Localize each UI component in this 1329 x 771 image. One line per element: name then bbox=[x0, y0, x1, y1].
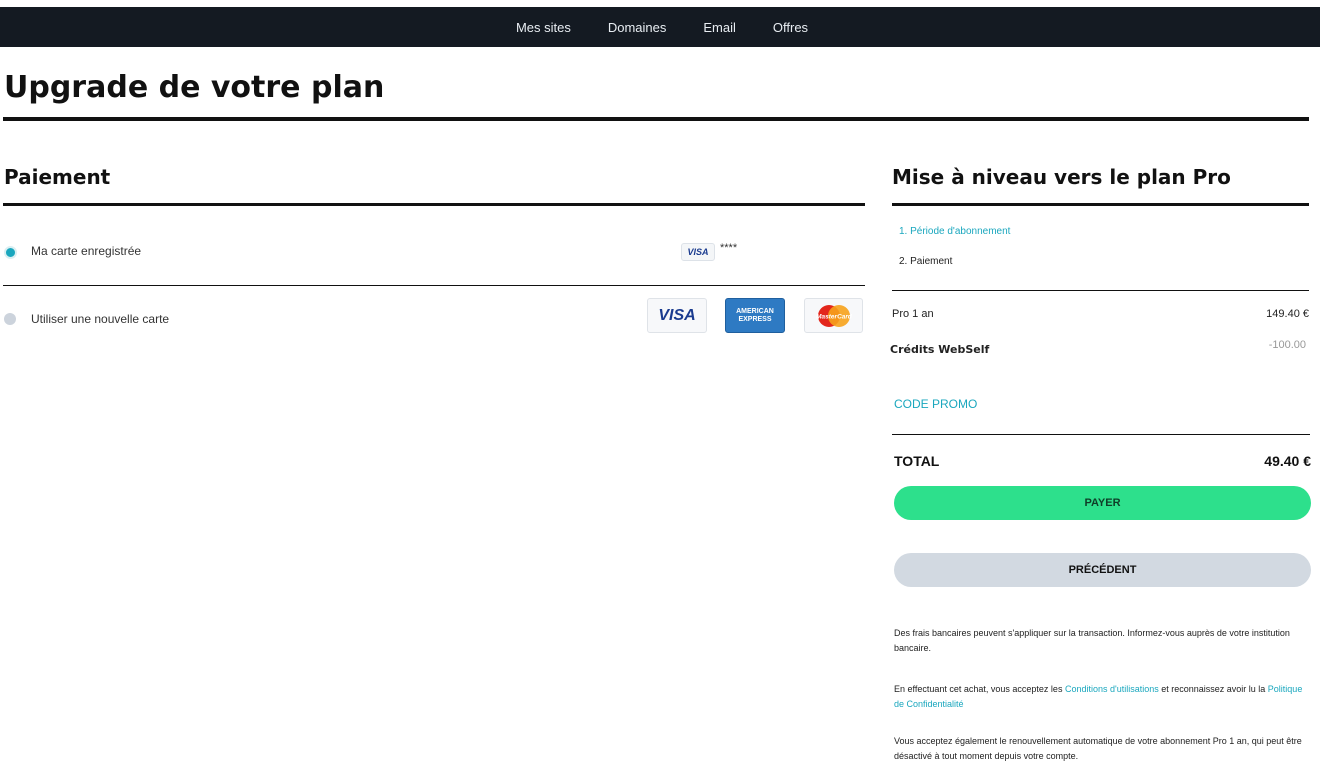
amex-line2: EXPRESS bbox=[738, 315, 772, 323]
nav-item-domaines[interactable]: Domaines bbox=[604, 20, 667, 35]
amex-line1: AMERICAN bbox=[736, 307, 774, 315]
total-label: TOTAL bbox=[894, 453, 940, 469]
payment-divider bbox=[3, 203, 865, 206]
line-item-label: Pro 1 an bbox=[892, 308, 934, 320]
total-value: 49.40 € bbox=[1264, 453, 1311, 469]
payment-title: Paiement bbox=[4, 165, 111, 189]
visa-small-icon: VISA bbox=[681, 243, 715, 261]
bank-fees-note: Des frais bancaires peuvent s'appliquer … bbox=[894, 628, 1290, 653]
line-item-price: 149.40 € bbox=[1266, 308, 1309, 320]
new-card-label: Utiliser une nouvelle carte bbox=[31, 312, 170, 326]
mastercard-icon: MasterCard bbox=[804, 298, 863, 333]
terms-note: En effectuant cet achat, vous acceptez l… bbox=[894, 682, 1304, 712]
summary-divider bbox=[892, 203, 1309, 206]
saved-card-number: **** bbox=[720, 242, 738, 254]
terms-link[interactable]: Conditions d'utilisations bbox=[1065, 684, 1159, 694]
credits-label: Crédits WebSelf bbox=[890, 343, 990, 356]
terms-prefix: En effectuant cet achat, vous acceptez l… bbox=[894, 684, 1065, 694]
step-subscription-period[interactable]: 1. Période d'abonnement bbox=[899, 226, 1010, 237]
nav-item-email[interactable]: Email bbox=[699, 20, 736, 35]
saved-card-radio[interactable] bbox=[4, 246, 17, 259]
pay-button[interactable]: PAYER bbox=[894, 486, 1311, 520]
steps-divider bbox=[892, 290, 1309, 291]
mastercard-logo: MasterCard bbox=[816, 304, 853, 327]
page-title: Upgrade de votre plan bbox=[4, 70, 385, 105]
mastercard-text: MasterCard bbox=[816, 313, 853, 320]
nav-item-offres[interactable]: Offres bbox=[769, 20, 808, 35]
visa-icon: VISA bbox=[647, 298, 707, 333]
auto-renewal-note: Vous acceptez également le renouvellemen… bbox=[894, 736, 1302, 761]
top-nav: Mes sites Domaines Email Offres bbox=[0, 7, 1320, 47]
new-card-radio[interactable] bbox=[4, 313, 16, 325]
terms-middle: et reconnaissez avoir lu la bbox=[1158, 684, 1268, 694]
option-divider bbox=[3, 285, 865, 286]
summary-title: Mise à niveau vers le plan Pro bbox=[892, 165, 1231, 189]
amex-icon: AMERICAN EXPRESS bbox=[725, 298, 785, 333]
nav-item-mes-sites[interactable]: Mes sites bbox=[512, 20, 571, 35]
promo-code-link[interactable]: CODE PROMO bbox=[894, 397, 977, 411]
saved-card-label: Ma carte enregistrée bbox=[31, 244, 142, 258]
step-payment: 2. Paiement bbox=[899, 256, 953, 267]
credits-value: -100.00 bbox=[1268, 339, 1306, 351]
total-divider bbox=[892, 434, 1310, 435]
previous-button[interactable]: PRÉCÉDENT bbox=[894, 553, 1311, 587]
title-divider bbox=[3, 117, 1309, 121]
